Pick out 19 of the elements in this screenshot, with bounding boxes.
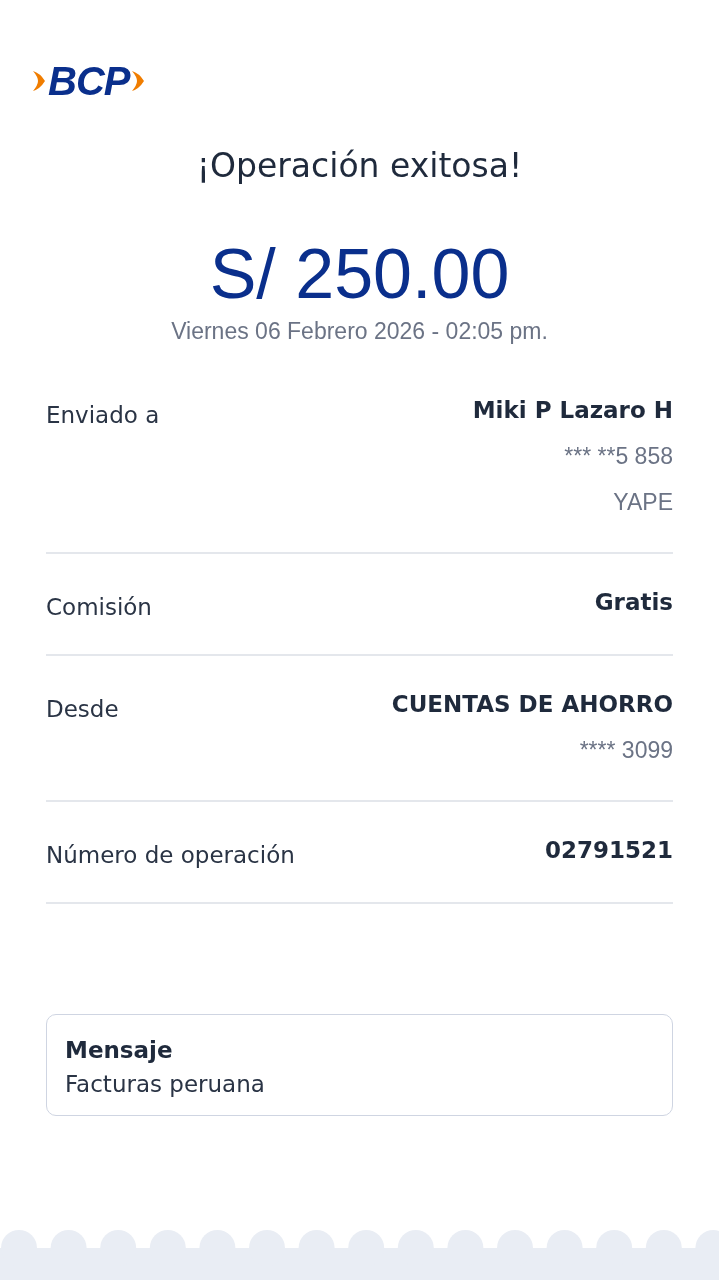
message-title: Mensaje — [65, 1037, 174, 1063]
detail-label: Desde — [46, 695, 119, 724]
logo-text: BCP — [48, 62, 130, 100]
detail-value: 02791521 — [544, 836, 673, 865]
detail-label: Comisión — [46, 593, 152, 620]
date-time: Viernes 06 Febrero 2026 - 02:05 pm. — [170, 317, 549, 346]
detail-value: CUENTAS DE AHORRO — [391, 690, 673, 719]
amount: S/ 250.00 — [208, 234, 511, 314]
detail-subvalue: *** **5 858 — [564, 442, 673, 471]
detail-label: Enviado a — [46, 401, 160, 430]
detail-label: Número de operación — [46, 841, 295, 868]
success-title: ¡Operación exitosa! — [195, 146, 524, 186]
detail-value: Miki P Lazaro H — [472, 396, 673, 425]
detail-value: Gratis — [594, 588, 673, 617]
chevron-icon — [32, 70, 46, 92]
message-text: Facturas peruana — [65, 1071, 266, 1097]
detail-subvalue: YAPE — [613, 488, 673, 517]
chevron-icon — [131, 70, 146, 92]
detail-subvalue: **** 3099 — [579, 736, 673, 765]
